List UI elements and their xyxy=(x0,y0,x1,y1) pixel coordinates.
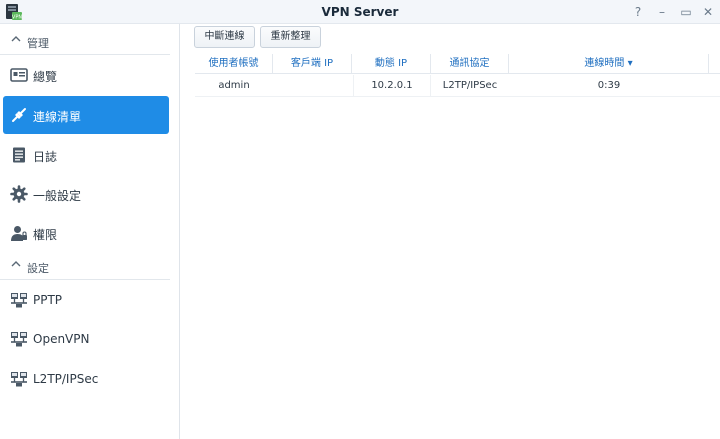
sidebar-item-overview[interactable]: 總覽 xyxy=(3,56,169,94)
sidebar-item-label: L2TP/IPSec xyxy=(33,372,99,386)
window-title: VPN Server xyxy=(321,5,399,19)
group-label: 設定 xyxy=(27,262,49,275)
overview-icon xyxy=(10,68,28,82)
chevron-up-icon xyxy=(11,36,21,42)
title-bar: VPN VPN Server ? – ▭ ✕ xyxy=(0,0,720,24)
sidebar-item-pptp[interactable]: PPTP xyxy=(3,281,169,319)
main-content: 中斷連線 重新整理 使用者帳號 客戶端 IP 動態 IP 通訊協定 連線時間 ▾… xyxy=(181,24,720,439)
sidebar-item-openvpn[interactable]: OpenVPN xyxy=(3,320,169,358)
user-permission-icon xyxy=(11,226,27,241)
help-icon[interactable]: ? xyxy=(630,4,646,20)
connection-list-icon xyxy=(12,108,26,122)
chevron-up-icon xyxy=(11,261,21,267)
network-icon xyxy=(11,293,27,308)
sidebar-item-label: 連線清單 xyxy=(33,110,82,124)
cell-dynamic-ip: 10.2.0.1 xyxy=(353,75,431,97)
cell-protocol: L2TP/IPSec xyxy=(442,80,498,91)
group-label: 管理 xyxy=(27,37,49,50)
network-icon xyxy=(11,332,27,347)
column-header-uptime[interactable]: 連線時間 ▾ xyxy=(509,54,709,74)
sidebar-item-label: PPTP xyxy=(33,293,63,307)
restore-icon[interactable]: ▭ xyxy=(678,4,694,20)
column-header-user[interactable]: 使用者帳號 xyxy=(195,54,273,74)
sidebar-item-label: OpenVPN xyxy=(33,332,90,346)
column-header-protocol[interactable]: 通訊協定 xyxy=(431,54,509,74)
log-icon xyxy=(13,147,25,163)
disconnect-button[interactable]: 中斷連線 xyxy=(194,26,255,48)
sort-desc-icon: ▾ xyxy=(627,58,633,69)
sidebar: 管理 總覽 連線清單 日誌 一般設定 權限 設定 PPTP OpenVPN L2… xyxy=(0,24,180,439)
minimize-icon[interactable]: – xyxy=(654,4,670,20)
table-row[interactable]: admin 10.2.0.1 L2TP/IPSec 0:39 xyxy=(195,75,720,97)
group-header-settings[interactable]: 設定 xyxy=(0,254,170,280)
sidebar-item-general-settings[interactable]: 一般設定 xyxy=(3,175,169,213)
group-header-manage[interactable]: 管理 xyxy=(0,29,170,55)
sidebar-item-label: 權限 xyxy=(33,228,58,242)
close-icon[interactable]: ✕ xyxy=(700,4,716,20)
cell-uptime: 0:39 xyxy=(597,80,621,91)
network-icon xyxy=(11,372,27,387)
sidebar-item-label: 一般設定 xyxy=(33,189,82,203)
cell-user: admin xyxy=(218,80,250,91)
gear-icon xyxy=(10,185,28,203)
refresh-button[interactable]: 重新整理 xyxy=(260,26,321,48)
sidebar-item-log[interactable]: 日誌 xyxy=(3,136,169,174)
column-header-label: 連線時間 xyxy=(584,58,625,69)
sidebar-item-permissions[interactable]: 權限 xyxy=(3,214,169,252)
sidebar-item-label: 日誌 xyxy=(33,150,58,164)
table-header: 使用者帳號 客戶端 IP 動態 IP 通訊協定 連線時間 ▾ xyxy=(195,54,720,74)
sidebar-item-connection-list[interactable]: 連線清單 xyxy=(3,96,169,134)
cell-client-ip xyxy=(273,75,352,97)
column-header-client-ip[interactable]: 客戶端 IP xyxy=(273,54,352,74)
sidebar-item-l2tp-ipsec[interactable]: L2TP/IPSec xyxy=(3,360,169,398)
sidebar-item-label: 總覽 xyxy=(33,70,58,84)
column-header-dynamic-ip[interactable]: 動態 IP xyxy=(352,54,431,74)
